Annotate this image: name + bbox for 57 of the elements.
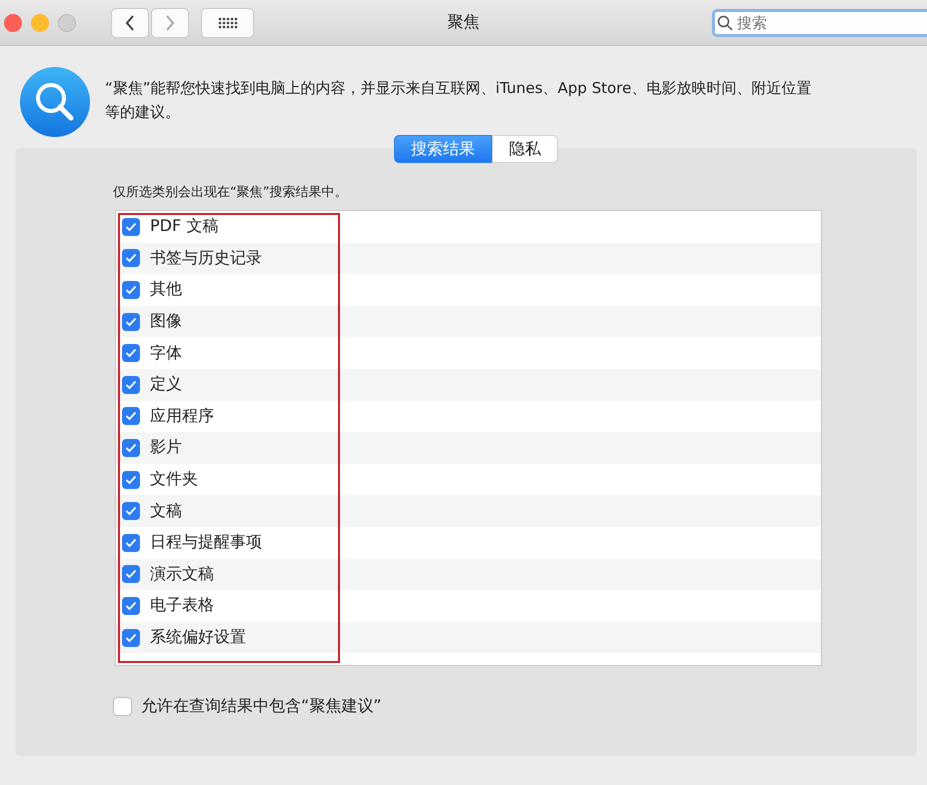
- category-label: 日程与提醒事项: [150, 532, 262, 554]
- check-icon: [125, 380, 137, 390]
- tab[interactable]: 隐私: [492, 135, 558, 163]
- checkbox[interactable]: [122, 502, 140, 520]
- window-title: 聚焦: [448, 12, 480, 33]
- category-label: 其他: [150, 279, 182, 300]
- hint-text: 仅所选类别会出现在“聚焦”搜索结果中。: [113, 184, 348, 201]
- checkbox[interactable]: [122, 280, 140, 299]
- category-label: 书签与历史记录: [150, 248, 262, 269]
- check-icon: [125, 316, 137, 327]
- search-field[interactable]: 搜索: [712, 8, 927, 36]
- checkbox[interactable]: [113, 697, 132, 716]
- checkbox[interactable]: [122, 249, 140, 268]
- category-label: 影片: [150, 437, 182, 458]
- checkbox[interactable]: [122, 438, 140, 457]
- check-icon: [125, 632, 137, 643]
- spotlight-icon: [19, 66, 91, 138]
- checkbox-label: 允许在查询结果中包含“聚焦建议”: [141, 696, 382, 717]
- checkbox[interactable]: [122, 407, 140, 426]
- chevron-right-icon: [164, 14, 176, 32]
- checkbox[interactable]: [122, 565, 140, 584]
- category-label: 演示文稿: [150, 564, 214, 585]
- checkbox[interactable]: [122, 470, 140, 489]
- description-text: “聚焦”能帮您快速找到电脑上的内容，并显示来自互联网、iTunes、App Store、电影放映时间、附近位置等的建议。: [105, 78, 812, 123]
- check-icon: [125, 348, 137, 358]
- check-icon: [125, 506, 137, 516]
- check-icon: [125, 253, 137, 264]
- category-label: PDF 文稿: [150, 216, 218, 238]
- grid-icon: [218, 16, 238, 28]
- checkbox[interactable]: [122, 628, 140, 647]
- chevron-left-icon: [124, 14, 136, 32]
- category-label: 文件夹: [150, 469, 198, 490]
- check-icon: [125, 600, 137, 611]
- category-label: 定义: [150, 374, 182, 396]
- category-label: 图像: [150, 311, 182, 332]
- check-icon: [125, 284, 137, 295]
- back-button[interactable]: [111, 8, 149, 38]
- checkbox[interactable]: [122, 376, 140, 394]
- checkbox[interactable]: [122, 312, 140, 331]
- checkbox[interactable]: [122, 596, 140, 615]
- checkbox[interactable]: [122, 344, 140, 362]
- category-label: 字体: [150, 342, 182, 364]
- checkbox[interactable]: [122, 218, 140, 236]
- close-button[interactable]: [4, 14, 22, 32]
- category-label: 文稿: [150, 500, 182, 522]
- check-icon: [125, 569, 137, 580]
- show-all-button[interactable]: [201, 8, 254, 38]
- checkbox[interactable]: [122, 534, 140, 552]
- category-label: 应用程序: [150, 406, 214, 427]
- check-icon: [125, 538, 137, 548]
- check-icon: [125, 442, 137, 453]
- category-label: 电子表格: [150, 595, 214, 616]
- check-icon: [125, 222, 137, 232]
- check-icon: [125, 411, 137, 422]
- search-icon: [717, 14, 733, 30]
- check-icon: [125, 474, 137, 485]
- category-label: 系统偏好设置: [150, 627, 246, 648]
